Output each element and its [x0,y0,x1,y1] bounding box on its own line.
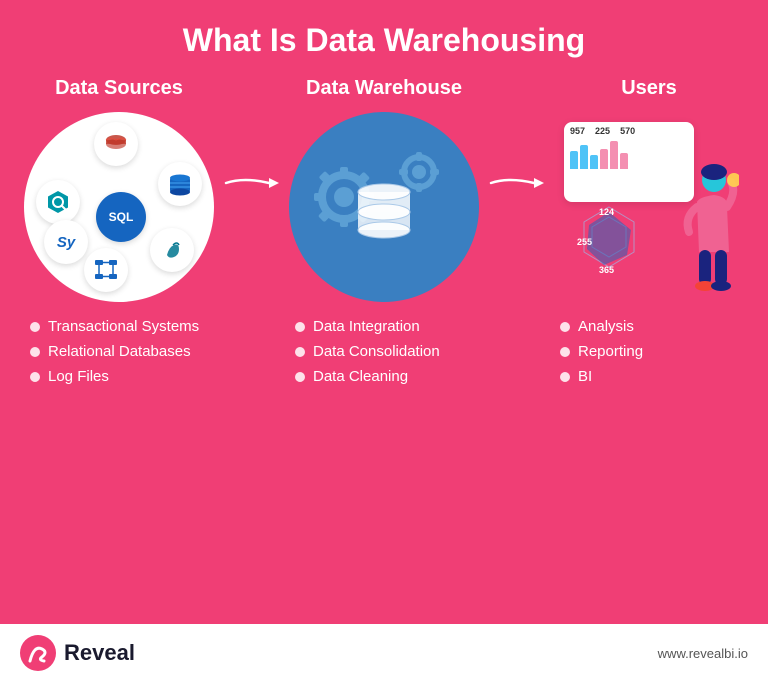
datasources-bullets: Transactional Systems Relational Databas… [20,318,199,393]
bullet-dot [560,347,570,357]
reveal-logo-icon [20,635,56,671]
icon-erd [84,248,128,292]
bullet-transactional: Transactional Systems [30,318,199,335]
bullet-consolidation: Data Consolidation [295,343,440,360]
icon-oracle [94,122,138,166]
dash-numbers: 957 225 570 [570,126,688,136]
datasources-circle: SQL Sy [24,112,214,302]
users-title: Users [621,77,677,100]
bullet-dot [295,372,305,382]
bar-1 [570,151,578,169]
users-bullets: Analysis Reporting BI [550,318,643,393]
datasources-title: Data Sources [55,77,183,100]
main-container: What Is Data Warehousing Data Sources [0,0,768,682]
bullet-dot [30,347,40,357]
icon-s3 [158,162,202,206]
page-title: What Is Data Warehousing [183,22,585,59]
bullet-reporting: Reporting [560,343,643,360]
bullet-dot [560,322,570,332]
warehouse-title: Data Warehouse [306,77,462,100]
bullet-dot [295,347,305,357]
radar-chart: 255 365 124 [569,197,649,282]
content-row: Data Sources [0,77,768,624]
icon-mysql [150,228,194,272]
bullet-cleaning: Data Cleaning [295,368,440,385]
bullet-relational: Relational Databases [30,343,199,360]
logo-area: Reveal [20,635,135,671]
footer-url: www.revealbi.io [658,646,748,661]
bar-6 [620,153,628,169]
icon-bigquery [36,180,80,224]
users-illustration: 957 225 570 [554,112,744,302]
bullet-logfiles: Log Files [30,368,199,385]
bullet-bi: BI [560,368,643,385]
icon-sybase: Sy [44,220,88,264]
svg-text:365: 365 [599,265,614,275]
bullet-dot [295,322,305,332]
warehouse-circle [289,112,479,302]
bullet-analysis: Analysis [560,318,643,335]
svg-text:255: 255 [577,237,592,247]
arrow-1 [218,172,285,194]
section-datasources: Data Sources [20,77,218,393]
bar-4 [600,149,608,169]
bar-5 [610,141,618,169]
icon-sql: SQL [96,192,146,242]
bullet-dot [30,322,40,332]
bar-2 [580,145,588,169]
bullet-integration: Data Integration [295,318,440,335]
arrow-2 [483,172,550,194]
person-figure [669,162,739,297]
brand-name: Reveal [64,640,135,666]
footer: Reveal www.revealbi.io [0,624,768,682]
section-warehouse: Data Warehouse [285,77,483,393]
svg-text:124: 124 [599,207,614,217]
warehouse-bullets: Data Integration Data Consolidation Data… [285,318,440,393]
bullet-dot [560,372,570,382]
section-users: Users 957 225 570 [550,77,748,393]
bar-3 [590,155,598,169]
bullet-dot [30,372,40,382]
